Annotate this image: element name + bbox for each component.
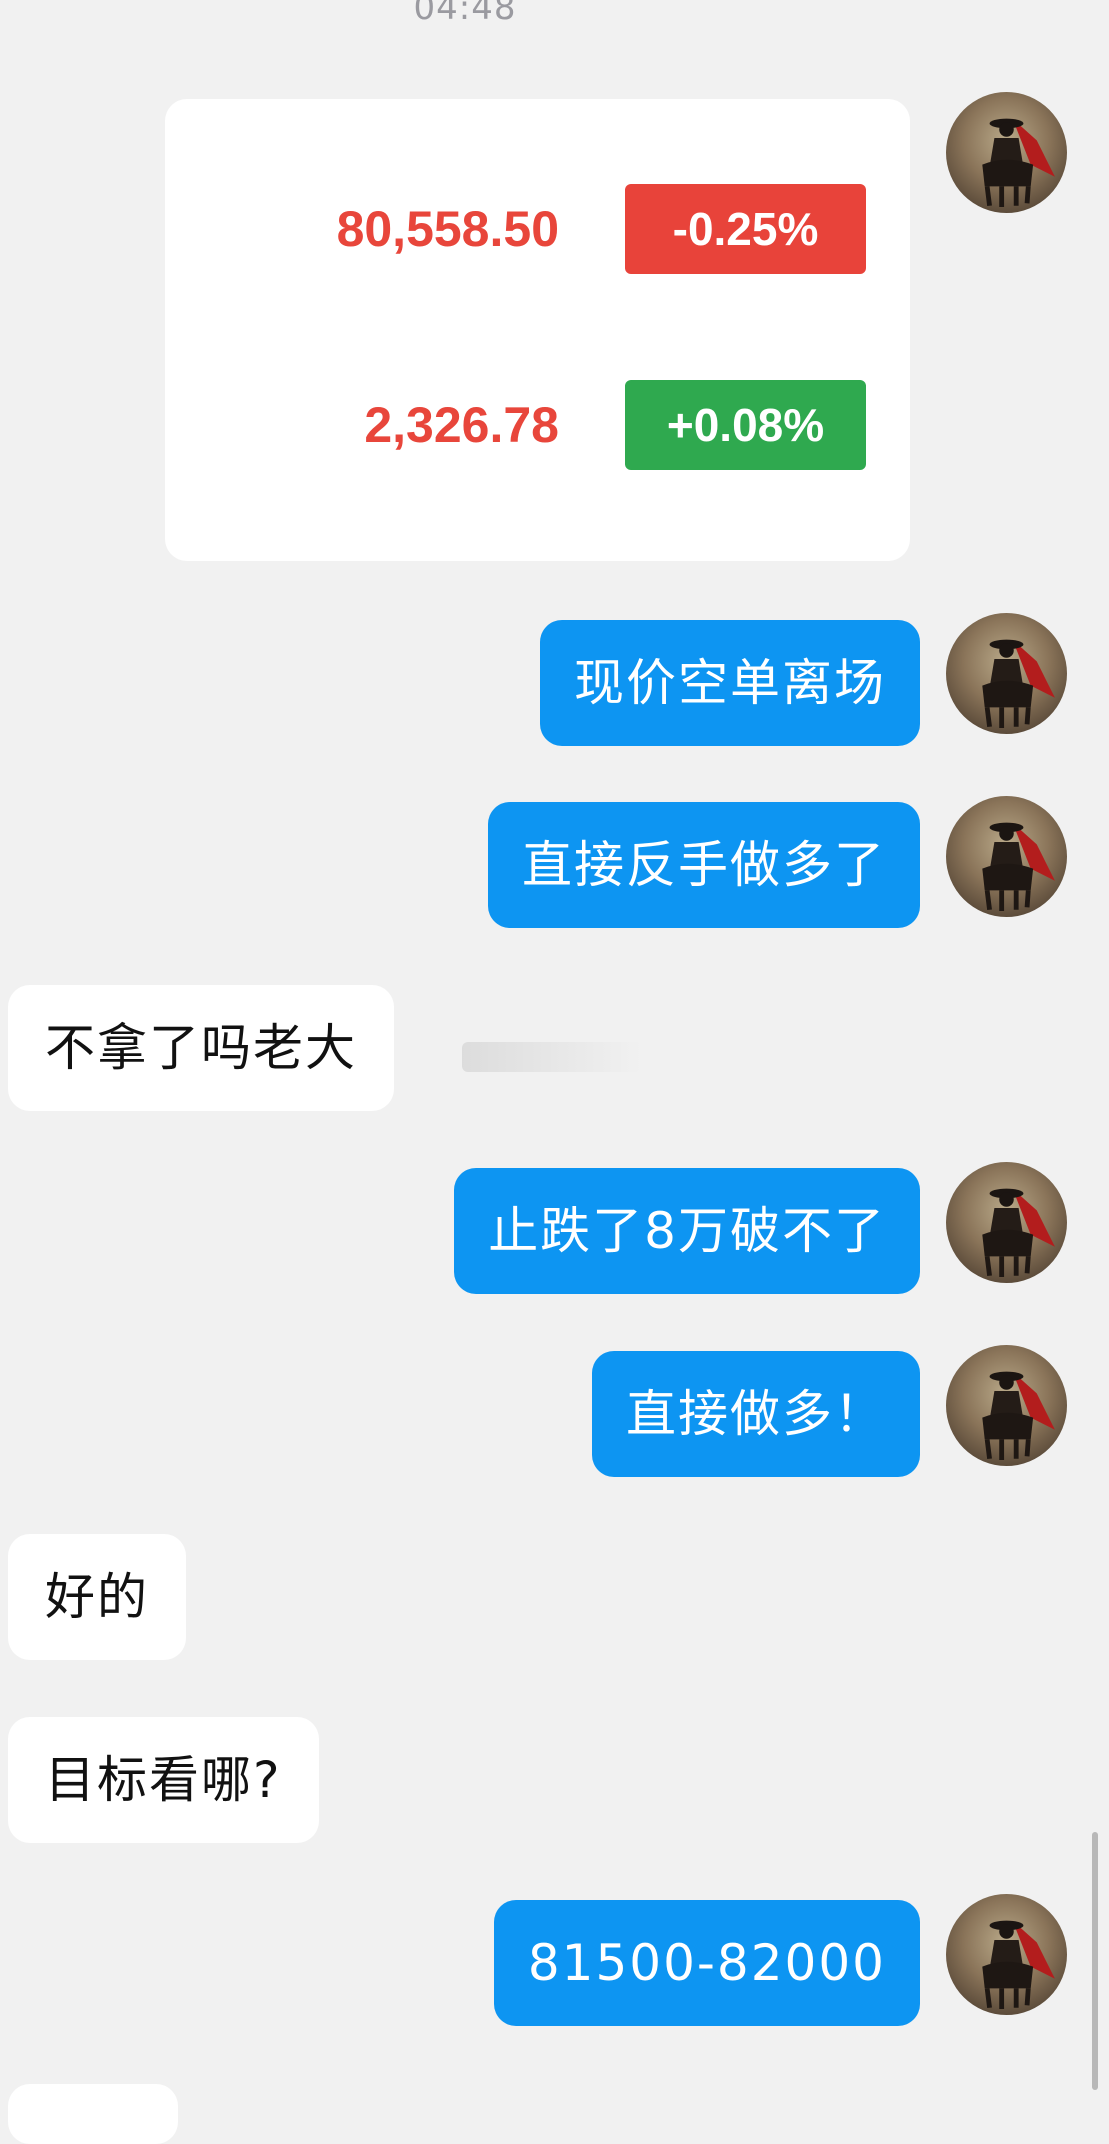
warrior-avatar-icon [982, 118, 1055, 207]
price-card-message[interactable]: 80,558.50 -0.25% 2,326.78 +0.08% [165, 99, 910, 561]
outgoing-message-bubble[interactable]: 止跌了8万破不了 [454, 1168, 920, 1294]
scrollbar[interactable] [1092, 1832, 1098, 2090]
outgoing-message-bubble[interactable]: 直接做多！ [592, 1351, 920, 1477]
price-value: 2,326.78 [364, 397, 559, 453]
price-row-btc: 80,558.50 -0.25% [165, 184, 910, 274]
incoming-message-bubble-partial[interactable] [8, 2084, 178, 2144]
avatar[interactable] [946, 92, 1067, 213]
avatar[interactable] [946, 796, 1067, 917]
avatar[interactable] [946, 1162, 1067, 1283]
incoming-message-bubble[interactable]: 好的 [8, 1534, 186, 1660]
avatar[interactable] [946, 613, 1067, 734]
outgoing-message-bubble[interactable]: 现价空单离场 [540, 620, 920, 746]
price-value: 80,558.50 [336, 201, 559, 257]
warrior-avatar-icon [982, 1371, 1055, 1460]
price-row-eth: 2,326.78 +0.08% [165, 380, 910, 470]
warrior-avatar-icon [982, 822, 1055, 911]
price-change-badge: -0.25% [625, 184, 866, 274]
outgoing-message-bubble[interactable]: 81500-82000 [493, 1900, 920, 2026]
warrior-avatar-icon [982, 639, 1055, 728]
avatar[interactable] [946, 1345, 1067, 1466]
avatar[interactable] [946, 1894, 1067, 2015]
incoming-message-bubble[interactable]: 不拿了吗老大 [8, 985, 394, 1111]
price-change-badge: +0.08% [625, 380, 866, 470]
outgoing-message-bubble[interactable]: 直接反手做多了 [488, 802, 920, 928]
warrior-avatar-icon [982, 1920, 1055, 2009]
incoming-message-bubble[interactable]: 目标看哪? [8, 1717, 319, 1843]
warrior-avatar-icon [982, 1188, 1055, 1277]
timestamp: 04:48 [413, 0, 517, 28]
faded-placeholder [462, 1042, 642, 1072]
